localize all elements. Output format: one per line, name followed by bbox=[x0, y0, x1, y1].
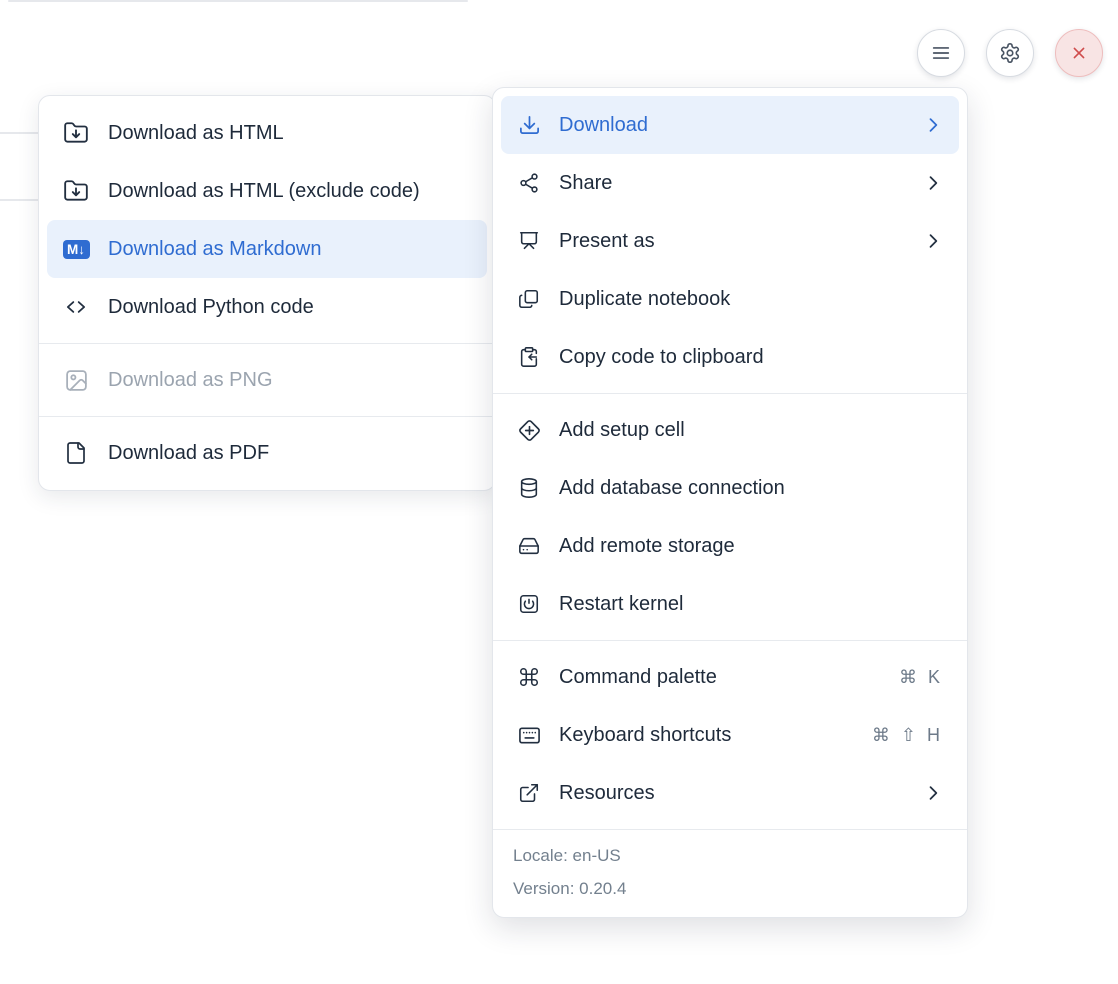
menu-item-label: Download Python code bbox=[108, 296, 473, 319]
settings-button[interactable] bbox=[986, 29, 1034, 77]
menu-item-add-setup-cell[interactable]: Add setup cell bbox=[501, 401, 959, 459]
menu-item-label: Share bbox=[559, 172, 905, 195]
menu-item-label: Copy code to clipboard bbox=[559, 346, 943, 369]
menu-item-copy-code-to-clipboard[interactable]: Copy code to clipboard bbox=[501, 328, 959, 386]
menu-item-add-remote-storage[interactable]: Add remote storage bbox=[501, 517, 959, 575]
notebook-menu: Download Share Present as Duplicate note… bbox=[492, 87, 968, 918]
chevron-right-icon bbox=[923, 783, 943, 803]
menu-item-share[interactable]: Share bbox=[501, 154, 959, 212]
menu-divider bbox=[493, 829, 967, 830]
code-icon bbox=[61, 294, 91, 320]
menu-item-label: Download as HTML (exclude code) bbox=[108, 180, 473, 203]
copy-icon bbox=[517, 288, 541, 310]
menu-item-download[interactable]: Download bbox=[501, 96, 959, 154]
folder-download-icon bbox=[61, 120, 91, 146]
page-top-border bbox=[8, 0, 468, 2]
hamburger-icon bbox=[930, 42, 952, 64]
menu-item-duplicate-notebook[interactable]: Duplicate notebook bbox=[501, 270, 959, 328]
locale-text: Locale: en-US bbox=[513, 839, 947, 872]
menu-item-download-as-pdf[interactable]: Download as PDF bbox=[47, 424, 487, 482]
menu-divider bbox=[39, 416, 495, 417]
menu-item-label: Add database connection bbox=[559, 477, 943, 500]
folder-download-icon bbox=[61, 178, 91, 204]
menu-footer: Locale: en-US Version: 0.20.4 bbox=[501, 837, 959, 909]
image-icon bbox=[61, 368, 91, 393]
menu-item-add-database-connection[interactable]: Add database connection bbox=[501, 459, 959, 517]
menu-divider bbox=[39, 343, 495, 344]
menu-divider bbox=[493, 640, 967, 641]
menu-item-download-as-png[interactable]: Download as PNG bbox=[47, 351, 487, 409]
hard-drive-icon bbox=[517, 535, 541, 557]
menu-item-label: Resources bbox=[559, 782, 905, 805]
menu-item-label: Download as HTML bbox=[108, 122, 473, 145]
download-submenu: Download as HTML Download as HTML (exclu… bbox=[38, 95, 496, 491]
menu-item-download-as-markdown[interactable]: M↓ Download as Markdown bbox=[47, 220, 487, 278]
chevron-right-icon bbox=[923, 115, 943, 135]
menu-item-keyboard-shortcuts[interactable]: Keyboard shortcuts ⌘ ⇧ H bbox=[501, 706, 959, 764]
shortcut-hint: ⌘ ⇧ H bbox=[872, 725, 943, 746]
menu-item-label: Duplicate notebook bbox=[559, 288, 943, 311]
chevron-right-icon bbox=[923, 173, 943, 193]
download-icon bbox=[517, 114, 541, 137]
menu-item-label: Download as PDF bbox=[108, 442, 473, 465]
menu-item-label: Restart kernel bbox=[559, 593, 943, 616]
close-button[interactable] bbox=[1055, 29, 1103, 77]
menu-item-resources[interactable]: Resources bbox=[501, 764, 959, 822]
version-text: Version: 0.20.4 bbox=[513, 872, 947, 905]
menu-item-label: Keyboard shortcuts bbox=[559, 724, 854, 747]
notebook-actions-toolbar bbox=[917, 29, 1103, 77]
clipboard-copy-icon bbox=[517, 346, 541, 368]
share-icon bbox=[517, 172, 541, 194]
presentation-icon bbox=[517, 230, 541, 252]
menu-item-label: Add setup cell bbox=[559, 419, 943, 442]
menu-item-label: Command palette bbox=[559, 666, 881, 689]
menu-item-download-as-html[interactable]: Download as HTML bbox=[47, 104, 487, 162]
markdown-icon: M↓ bbox=[61, 240, 91, 259]
diamond-plus-icon bbox=[517, 419, 541, 442]
menu-item-label: Download as Markdown bbox=[108, 238, 473, 261]
shortcut-hint: ⌘ K bbox=[899, 667, 943, 688]
gear-icon bbox=[999, 42, 1021, 64]
external-link-icon bbox=[517, 782, 541, 804]
menu-item-command-palette[interactable]: Command palette ⌘ K bbox=[501, 648, 959, 706]
chevron-right-icon bbox=[923, 231, 943, 251]
close-icon bbox=[1069, 43, 1089, 63]
command-icon bbox=[517, 666, 541, 688]
menu-item-label: Present as bbox=[559, 230, 905, 253]
menu-divider bbox=[493, 393, 967, 394]
menu-item-restart-kernel[interactable]: Restart kernel bbox=[501, 575, 959, 633]
menu-item-download-python-code[interactable]: Download Python code bbox=[47, 278, 487, 336]
menu-item-label: Add remote storage bbox=[559, 535, 943, 558]
menu-item-label: Download as PNG bbox=[108, 369, 473, 392]
menu-item-label: Download bbox=[559, 114, 905, 137]
menu-item-download-as-html-exclude-code[interactable]: Download as HTML (exclude code) bbox=[47, 162, 487, 220]
menu-item-present-as[interactable]: Present as bbox=[501, 212, 959, 270]
power-square-icon bbox=[517, 593, 541, 615]
notebook-menu-button[interactable] bbox=[917, 29, 965, 77]
cell-border-bottom bbox=[0, 199, 38, 201]
cell-border-top bbox=[0, 132, 38, 134]
file-icon bbox=[61, 441, 91, 465]
database-icon bbox=[517, 477, 541, 499]
keyboard-icon bbox=[517, 724, 541, 747]
